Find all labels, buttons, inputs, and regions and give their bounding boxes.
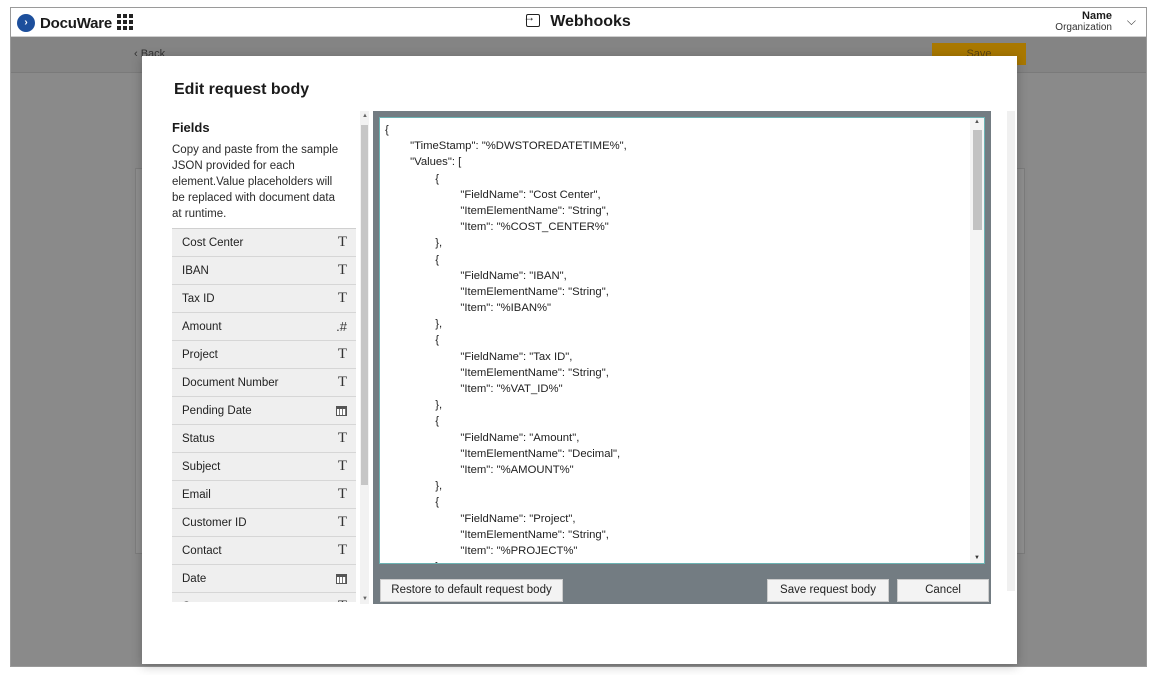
- code-line: },: [385, 559, 967, 563]
- text-type-icon: T: [337, 458, 347, 474]
- field-name: Cost Center: [182, 236, 244, 249]
- field-name: Amount: [182, 320, 222, 333]
- field-name: Project: [182, 348, 218, 361]
- field-item[interactable]: IBAN T: [172, 257, 356, 285]
- field-item[interactable]: Date: [172, 565, 356, 593]
- field-name: IBAN: [182, 264, 209, 277]
- field-list: Cost Center T IBAN T Tax ID T Amount .# Project T…: [172, 228, 356, 602]
- text-type-icon: T: [337, 514, 347, 530]
- code-line: {: [385, 124, 389, 136]
- webhook-icon: [523, 10, 541, 27]
- user-name: Name: [1082, 10, 1112, 22]
- field-item[interactable]: Subject T: [172, 453, 356, 481]
- field-item[interactable]: Cost Center T: [172, 229, 356, 257]
- request-body-editor[interactable]: { "TimeStamp": "%DWSTOREDATETIME%", "Val…: [379, 117, 985, 564]
- edit-request-body-dialog: Edit request body Fields Copy and paste …: [142, 56, 1017, 664]
- editor-area: { "TimeStamp": "%DWSTOREDATETIME%", "Val…: [373, 111, 991, 604]
- user-menu[interactable]: Name Organization: [1055, 10, 1112, 34]
- field-item[interactable]: Customer ID T: [172, 509, 356, 537]
- text-type-icon: T: [338, 598, 347, 602]
- scrollbar-thumb[interactable]: [361, 125, 368, 485]
- user-organization: Organization: [1055, 22, 1112, 33]
- code-line: },: [385, 318, 443, 331]
- code-line: "FieldName": "Tax ID",: [385, 350, 573, 363]
- code-line: "Item": "%VAT_ID%": [385, 383, 563, 395]
- page-title: Webhooks: [11, 10, 1146, 31]
- code-line: },: [385, 480, 443, 493]
- field-item[interactable]: Tax ID T: [172, 285, 356, 313]
- dialog-title: Edit request body: [174, 81, 310, 98]
- text-type-icon: T: [337, 290, 347, 306]
- fields-description: Copy and paste from the sample JSON prov…: [172, 144, 339, 220]
- field-name: Document Number: [182, 376, 279, 389]
- top-bar: › DocuWare Webhooks Name Organization ⌵: [11, 8, 1146, 37]
- code-line: "ItemElementName": "String",: [385, 528, 609, 541]
- text-type-icon: T: [337, 542, 347, 558]
- dialog-scrollbar[interactable]: [1007, 111, 1015, 591]
- editor-scrollbar[interactable]: ▲ ▼: [970, 118, 984, 563]
- scrollbar-thumb[interactable]: [973, 130, 982, 230]
- code-line: "ItemElementName": "String",: [385, 285, 609, 298]
- code-line: "Item": "%IBAN%": [385, 302, 552, 315]
- scroll-down-icon[interactable]: ▼: [974, 555, 980, 561]
- text-type-icon: T: [337, 486, 347, 502]
- field-name: Email: [182, 488, 211, 501]
- code-line: "Values": [: [385, 156, 462, 169]
- save-request-body-button[interactable]: Save request body: [767, 579, 889, 602]
- restore-default-button[interactable]: Restore to default request body: [380, 579, 563, 602]
- code-line: "Item": "%AMOUNT%": [385, 463, 574, 476]
- code-line: "ItemElementName": "Decimal",: [385, 447, 621, 460]
- field-item[interactable]: Amount .#: [172, 313, 356, 341]
- chevron-down-icon[interactable]: ⌵: [1127, 14, 1136, 29]
- code-line: "FieldName": "IBAN",: [385, 269, 567, 282]
- field-name: Contact: [182, 544, 222, 557]
- field-name: Status: [182, 432, 215, 445]
- scroll-down-icon[interactable]: ▼: [362, 596, 368, 602]
- cancel-button[interactable]: Cancel: [897, 579, 989, 602]
- field-item[interactable]: Email T: [172, 481, 356, 509]
- text-type-icon: T: [337, 234, 347, 250]
- fields-panel: Fields Copy and paste from the sample JS…: [172, 118, 356, 602]
- field-name: Date: [182, 572, 207, 585]
- field-item[interactable]: Project T: [172, 341, 356, 369]
- field-name: Tax ID: [182, 292, 215, 305]
- field-name: Subject: [182, 460, 221, 473]
- text-type-icon: T: [337, 374, 347, 390]
- code-line: "FieldName": "Amount",: [385, 431, 580, 444]
- text-type-icon: T: [337, 430, 347, 446]
- page-title-text: Webhooks: [550, 13, 631, 30]
- code-line: {: [385, 496, 439, 509]
- code-line: "ItemElementName": "String",: [385, 366, 609, 379]
- code-line: "Item": "%COST_CENTER%": [385, 221, 609, 234]
- code-line: "FieldName": "Cost Center",: [385, 188, 601, 201]
- calendar-icon: [336, 405, 347, 416]
- text-type-icon: T: [337, 346, 347, 362]
- code-line: "TimeStamp": "%DWSTOREDATETIME%",: [385, 140, 627, 153]
- field-item[interactable]: Contact T: [172, 537, 356, 565]
- code-line: "Item": "%PROJECT%": [385, 544, 578, 557]
- code-line: {: [385, 253, 439, 266]
- field-item[interactable]: Document Number T: [172, 369, 356, 397]
- scroll-up-icon[interactable]: ▲: [974, 119, 980, 125]
- request-body-text[interactable]: { "TimeStamp": "%DWSTOREDATETIME%", "Val…: [385, 122, 967, 563]
- code-line: },: [385, 237, 443, 250]
- decimal-type-icon: .#: [336, 319, 347, 334]
- scroll-up-icon[interactable]: ▲: [362, 113, 368, 119]
- field-name: Company: [182, 601, 231, 603]
- fields-scrollbar[interactable]: ▲ ▼: [360, 111, 369, 604]
- field-name: Customer ID: [182, 516, 247, 529]
- code-line: {: [385, 334, 439, 347]
- fields-heading: Fields: [172, 120, 210, 135]
- code-line: },: [385, 399, 443, 412]
- code-line: {: [385, 415, 439, 428]
- field-name: Pending Date: [182, 404, 252, 417]
- code-line: {: [385, 172, 439, 185]
- field-item[interactable]: Company T: [172, 593, 356, 602]
- calendar-icon: [336, 573, 347, 584]
- text-type-icon: T: [337, 262, 347, 278]
- code-line: "FieldName": "Project",: [385, 512, 576, 525]
- field-item[interactable]: Status T: [172, 425, 356, 453]
- code-line: "ItemElementName": "String",: [385, 204, 609, 217]
- field-item[interactable]: Pending Date: [172, 397, 356, 425]
